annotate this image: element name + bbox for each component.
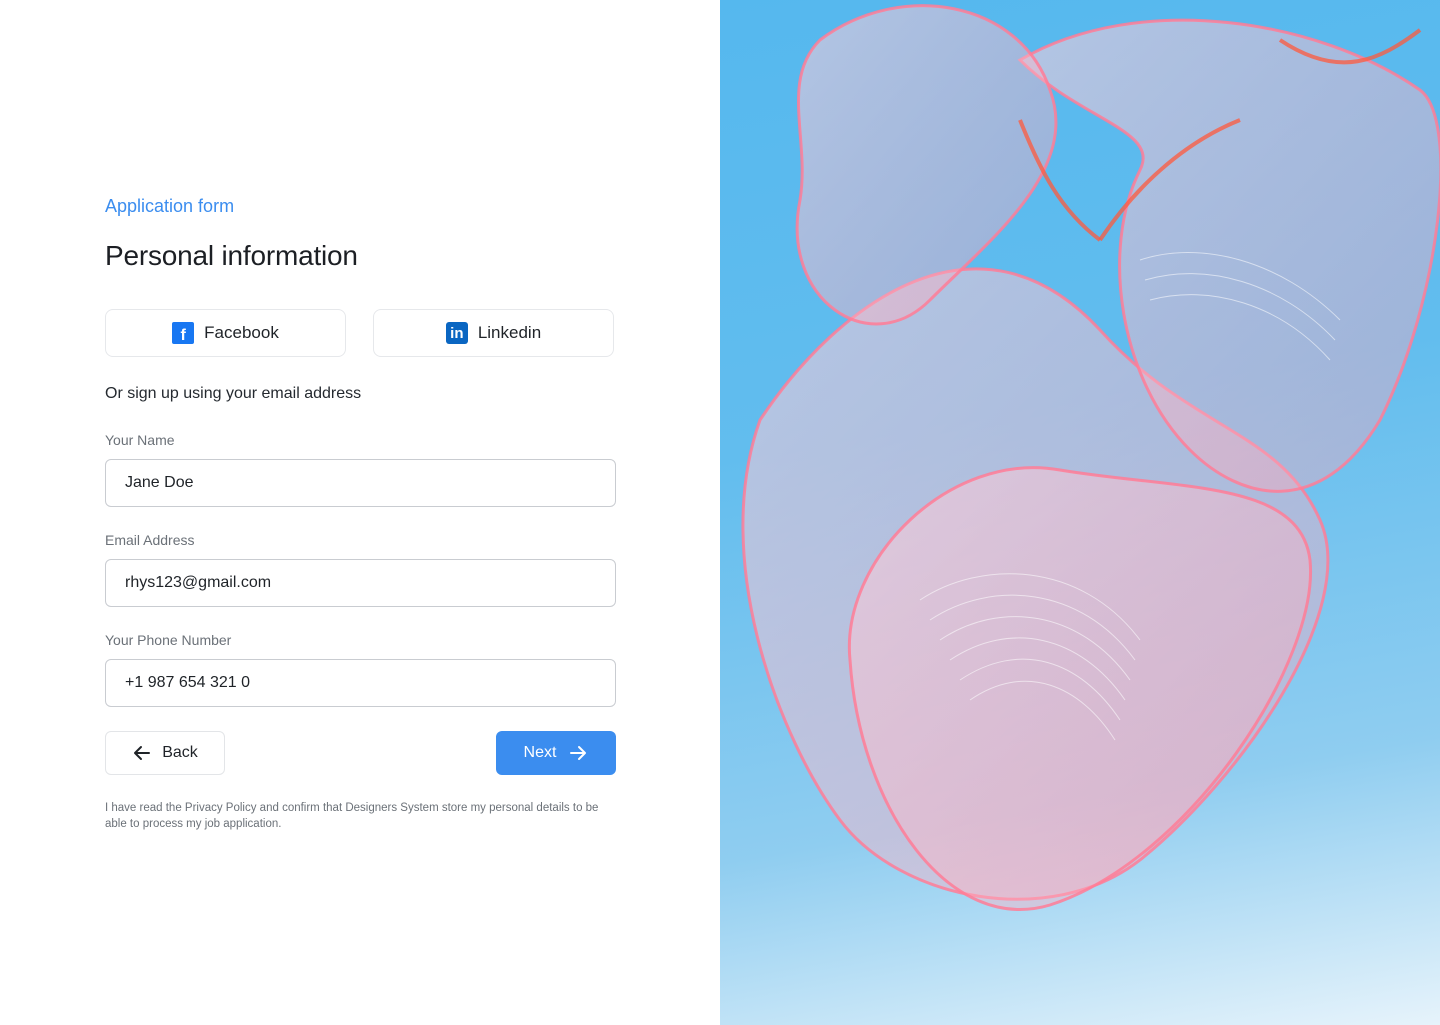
form-panel: Application form Personal information f … xyxy=(0,0,720,1025)
privacy-notice: I have read the Privacy Policy and confi… xyxy=(105,802,599,830)
name-input[interactable] xyxy=(105,459,616,507)
email-input[interactable] xyxy=(105,559,616,607)
facebook-button[interactable]: f Facebook xyxy=(105,309,346,357)
back-button-label: Back xyxy=(162,744,198,761)
arrow-left-icon xyxy=(134,746,151,760)
phone-label: Your Phone Number xyxy=(105,632,232,648)
next-button[interactable]: Next xyxy=(496,731,616,775)
name-label: Your Name xyxy=(105,432,175,448)
phone-input[interactable] xyxy=(105,659,616,707)
email-signup-hint: Or sign up using your email address xyxy=(105,385,362,402)
facebook-button-label: Facebook xyxy=(204,323,279,342)
next-button-label: Next xyxy=(523,744,557,761)
linkedin-button-label: Linkedin xyxy=(477,323,542,342)
form-eyebrow: Application form xyxy=(105,196,235,216)
linkedin-button[interactable]: in Linkedin xyxy=(373,309,614,357)
page-title: Personal information xyxy=(105,240,358,271)
facebook-icon: f xyxy=(172,322,195,344)
arrow-right-icon xyxy=(570,746,587,760)
hero-image xyxy=(720,0,1440,1025)
back-button[interactable]: Back xyxy=(105,731,225,775)
email-label: Email Address xyxy=(105,532,195,548)
linkedin-icon: in xyxy=(445,322,468,344)
abstract-ribbon-artwork xyxy=(741,4,1440,911)
